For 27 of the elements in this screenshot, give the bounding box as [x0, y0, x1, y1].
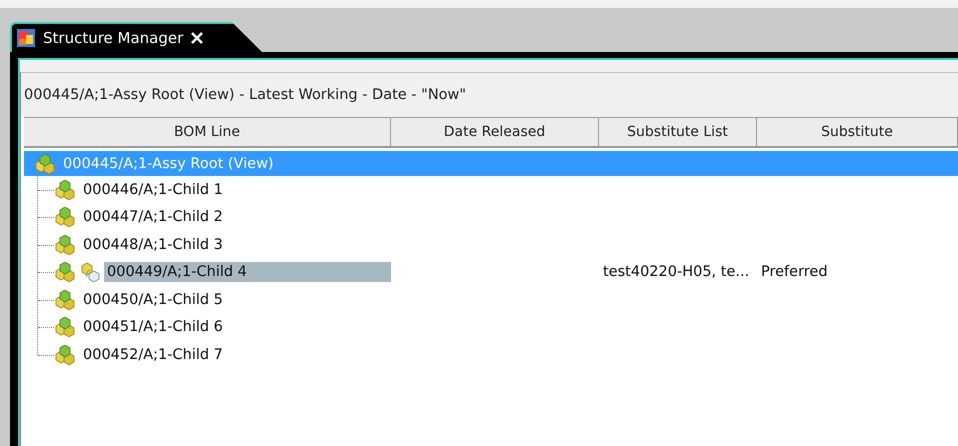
tab-title: Structure Manager	[43, 29, 184, 47]
column-header[interactable]: Date Released	[391, 118, 599, 146]
bom-line-label: 000451/A;1-Child 6	[82, 318, 224, 338]
cube-swap-icon	[80, 262, 102, 282]
column-header[interactable]: BOM Line	[24, 118, 391, 146]
bom-line-label: 000449/A;1-Child 4	[104, 262, 391, 282]
bom-line-label: 000450/A;1-Child 5	[82, 290, 224, 310]
close-icon[interactable]	[191, 32, 204, 44]
tree-row[interactable]: 000450/A;1-Child 5	[24, 286, 958, 314]
structure-manager-tab[interactable]: Structure Manager	[10, 22, 262, 52]
tree-row[interactable]: 000447/A;1-Child 2	[24, 204, 958, 231]
tree-row[interactable]: 000452/A;1-Child 7	[24, 341, 958, 368]
bom-line-label: 000452/A;1-Child 7	[82, 346, 224, 365]
column-header[interactable]: Substitute	[757, 118, 958, 146]
tree-row[interactable]: 000448/A;1-Child 3	[24, 231, 958, 258]
bom-line-label: 000445/A;1-Assy Root (View)	[62, 154, 275, 174]
tree-row[interactable]: 000451/A;1-Child 6	[24, 314, 958, 341]
table-cell-text: Preferred	[760, 264, 829, 280]
context-title: 000445/A;1-Assy Root (View) - Latest Working - Date - "Now"	[21, 73, 958, 117]
app-icon	[17, 29, 35, 47]
bom-line-label: 000446/A;1-Child 1	[82, 180, 224, 200]
tree-row[interactable]: 000446/A;1-Child 1	[24, 176, 958, 204]
table-cell-text: test40220-H05, te...	[602, 264, 750, 280]
column-header[interactable]: Substitute List	[599, 118, 757, 146]
bom-line-label: 000447/A;1-Child 2	[82, 208, 224, 228]
tree-row[interactable]: 000449/A;1-Child 4 test40220-H05, te... Preferred	[24, 258, 958, 286]
bom-line-label: 000448/A;1-Child 3	[82, 236, 224, 255]
